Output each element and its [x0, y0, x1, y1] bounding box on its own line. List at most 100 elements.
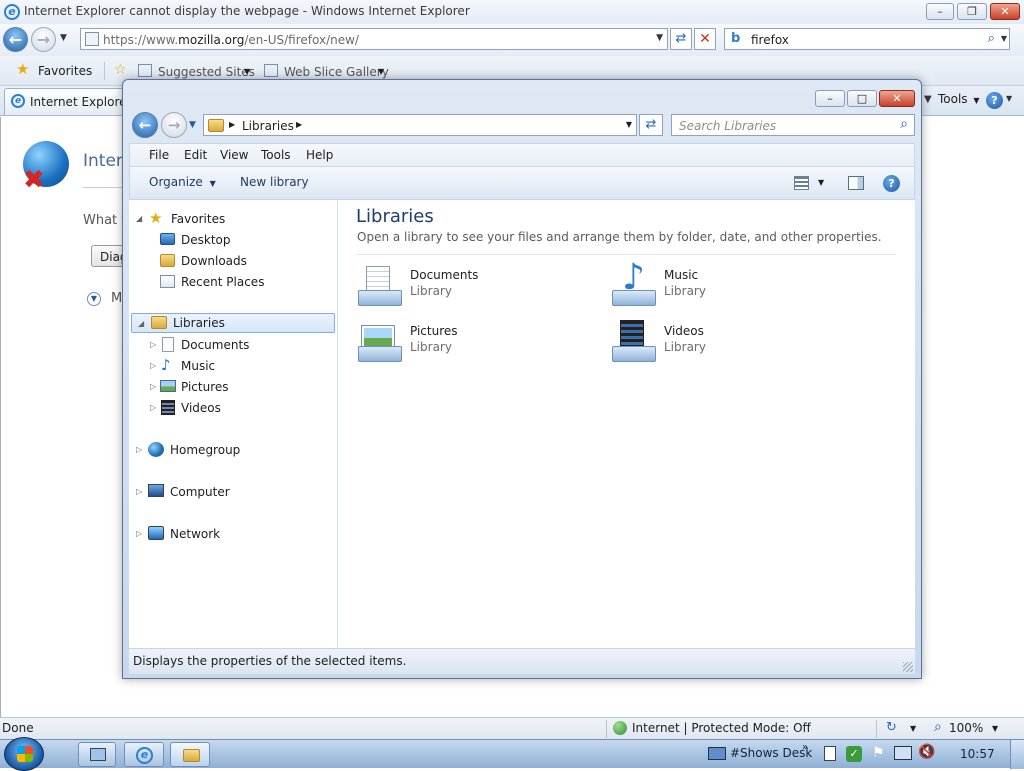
address-dropdown-icon[interactable]: ▼ [626, 120, 632, 129]
explorer-search-input[interactable]: Search Libraries [679, 119, 776, 133]
nav-item-favorites[interactable]: ◢ ★ Favorites [129, 209, 329, 229]
chevron-right-icon[interactable]: ▶ [229, 120, 235, 129]
search-icon[interactable]: ⌕ [900, 116, 908, 132]
help-icon[interactable]: ? [986, 92, 1003, 109]
library-item-videos[interactable]: Videos Library [610, 318, 850, 368]
close-button[interactable]: ✕ [990, 3, 1020, 20]
volume-muted-icon[interactable]: 🔇 [918, 744, 935, 760]
expand-arrow-icon[interactable]: ▷ [150, 340, 158, 350]
nav-item-desktop[interactable]: Desktop [129, 230, 329, 250]
explorer-forward-button[interactable]: → [161, 112, 187, 138]
search-input[interactable]: firefox [751, 33, 789, 47]
explorer-search-box[interactable]: Search Libraries ⌕ [671, 114, 915, 136]
taskbar-internet-explorer[interactable]: e [124, 742, 164, 767]
nav-item-libraries[interactable]: ◢ Libraries [131, 313, 335, 333]
explorer-minimize-button[interactable]: – [815, 90, 845, 107]
address-dropdown-icon[interactable]: ▼ [656, 33, 663, 43]
minimize-button[interactable]: – [926, 3, 954, 20]
resize-grip-icon[interactable] [903, 662, 913, 672]
taskbar-remote-desktop[interactable] [78, 742, 116, 767]
tab-current-page[interactable]: e Internet Explorer c [4, 88, 142, 115]
recent-pages-dropdown-icon[interactable]: ▼ [60, 33, 67, 43]
breadcrumb-libraries[interactable]: Libraries [242, 119, 294, 133]
toolbar-overflow-icon[interactable]: » [802, 742, 808, 753]
change-view-icon[interactable] [794, 176, 809, 190]
nav-item-computer[interactable]: ▷ Computer [129, 482, 329, 502]
search-box[interactable]: b firefox ⌕ ▼ [724, 28, 1010, 50]
library-item-music[interactable]: ♪ Music Library [610, 258, 850, 312]
back-button[interactable]: ← [3, 27, 28, 52]
menu-edit[interactable]: Edit [184, 148, 207, 162]
ie-page-icon: e [11, 94, 25, 108]
chevron-down-icon[interactable]: ▼ [818, 178, 824, 187]
library-item-pictures[interactable]: Pictures Library [356, 318, 596, 368]
stop-icon[interactable]: ✕ [694, 28, 716, 50]
chevron-down-icon[interactable]: ▼ [910, 724, 916, 733]
expand-arrow-icon[interactable]: ▷ [136, 487, 144, 497]
nav-item-homegroup[interactable]: ▷ Homegroup [129, 440, 329, 460]
search-provider-dropdown-icon[interactable]: ▼ [1001, 34, 1007, 43]
explorer-content-pane: Libraries Open a library to see your fil… [338, 200, 915, 648]
menu-file[interactable]: File [149, 148, 169, 162]
menu-help[interactable]: Help [306, 148, 333, 162]
new-library-button[interactable]: New library [240, 175, 309, 189]
taskbar-clock[interactable]: 10:57 [960, 747, 995, 761]
libraries-folder-icon [208, 119, 224, 132]
web-slice-gallery-label: Web Slice Gallery [284, 65, 389, 79]
ie-navigation-bar: ← → ▼ https://www.mozilla.org/en-US/fire… [0, 24, 1024, 56]
nav-item-pictures[interactable]: ▷ Pictures [129, 377, 329, 397]
security-zone-label[interactable]: Internet | Protected Mode: Off [632, 721, 811, 735]
forward-button[interactable]: → [31, 27, 56, 52]
collapse-arrow-icon[interactable]: ◢ [136, 214, 144, 224]
recent-locations-dropdown-icon[interactable]: ▼ [189, 120, 196, 130]
nav-item-recent-places[interactable]: Recent Places [129, 272, 329, 292]
explorer-close-button[interactable]: ✕ [879, 90, 915, 107]
expand-arrow-icon[interactable]: ▷ [150, 403, 158, 413]
expand-arrow-icon[interactable]: ▷ [136, 529, 144, 539]
restore-button[interactable]: ❐ [957, 3, 987, 20]
explorer-back-button[interactable]: ← [132, 112, 158, 138]
show-desktop-toolbar-icon [708, 747, 726, 760]
network-icon[interactable] [894, 746, 912, 760]
menu-view[interactable]: View [220, 148, 248, 162]
explorer-refresh-icon[interactable]: ⇄ [639, 114, 663, 136]
expand-arrow-icon[interactable]: ▷ [136, 445, 144, 455]
organize-button[interactable]: Organize ▼ [149, 175, 216, 189]
nav-item-network[interactable]: ▷ Network [129, 524, 329, 544]
help-icon[interactable]: ? [883, 175, 900, 192]
protected-mode-icon[interactable]: ↻ [886, 720, 897, 735]
search-icon[interactable]: ⌕ [988, 31, 995, 46]
expand-arrow-icon[interactable]: ▷ [150, 361, 158, 371]
expand-arrow-icon[interactable]: ▷ [150, 382, 158, 392]
toolbar-label[interactable]: #Shows Desk [730, 746, 812, 760]
address-bar[interactable]: https://www.mozilla.org/en-US/firefox/ne… [80, 28, 668, 50]
chevron-right-icon[interactable]: ▶ [296, 120, 302, 129]
explorer-address-bar[interactable]: ▶ Libraries ▶ ▼ [203, 114, 637, 136]
tray-security-icon[interactable]: ✓ [846, 746, 862, 762]
nav-label: Homegroup [170, 443, 241, 457]
zoom-level[interactable]: 100% [949, 721, 983, 735]
more-info-expand-icon[interactable]: ▼ [87, 292, 101, 306]
nav-item-downloads[interactable]: Downloads [129, 251, 329, 271]
nav-item-music[interactable]: ▷ ♪ Music [129, 356, 329, 376]
address-url[interactable]: https://www.mozilla.org/en-US/firefox/ne… [103, 33, 359, 47]
show-desktop-button[interactable] [1010, 740, 1024, 769]
start-button[interactable] [4, 737, 44, 771]
refresh-icon[interactable]: ⇄ [670, 28, 692, 50]
star-icon: ★ [149, 209, 163, 227]
explorer-maximize-button[interactable]: □ [847, 90, 877, 107]
nav-item-videos[interactable]: ▷ Videos [129, 398, 329, 418]
command-bar-overflow-icon[interactable]: ▼ [924, 94, 932, 105]
action-center-flag-icon[interactable]: ⚑ [872, 745, 885, 761]
tray-notes-icon[interactable] [824, 746, 836, 761]
library-item-documents[interactable]: Documents Library [356, 262, 596, 312]
collapse-arrow-icon[interactable]: ◢ [138, 319, 146, 329]
chevron-down-icon[interactable]: ▼ [992, 724, 998, 733]
menu-tools[interactable]: Tools [261, 148, 291, 162]
tools-menu-button[interactable]: Tools ▼ [938, 92, 980, 110]
chevron-down-icon[interactable]: ▼ [1006, 94, 1012, 103]
add-to-favorites-bar-icon[interactable]: ☆ [114, 62, 127, 78]
nav-item-documents[interactable]: ▷ Documents [129, 335, 329, 355]
preview-pane-icon[interactable] [848, 176, 864, 190]
taskbar-windows-explorer[interactable] [170, 742, 210, 767]
